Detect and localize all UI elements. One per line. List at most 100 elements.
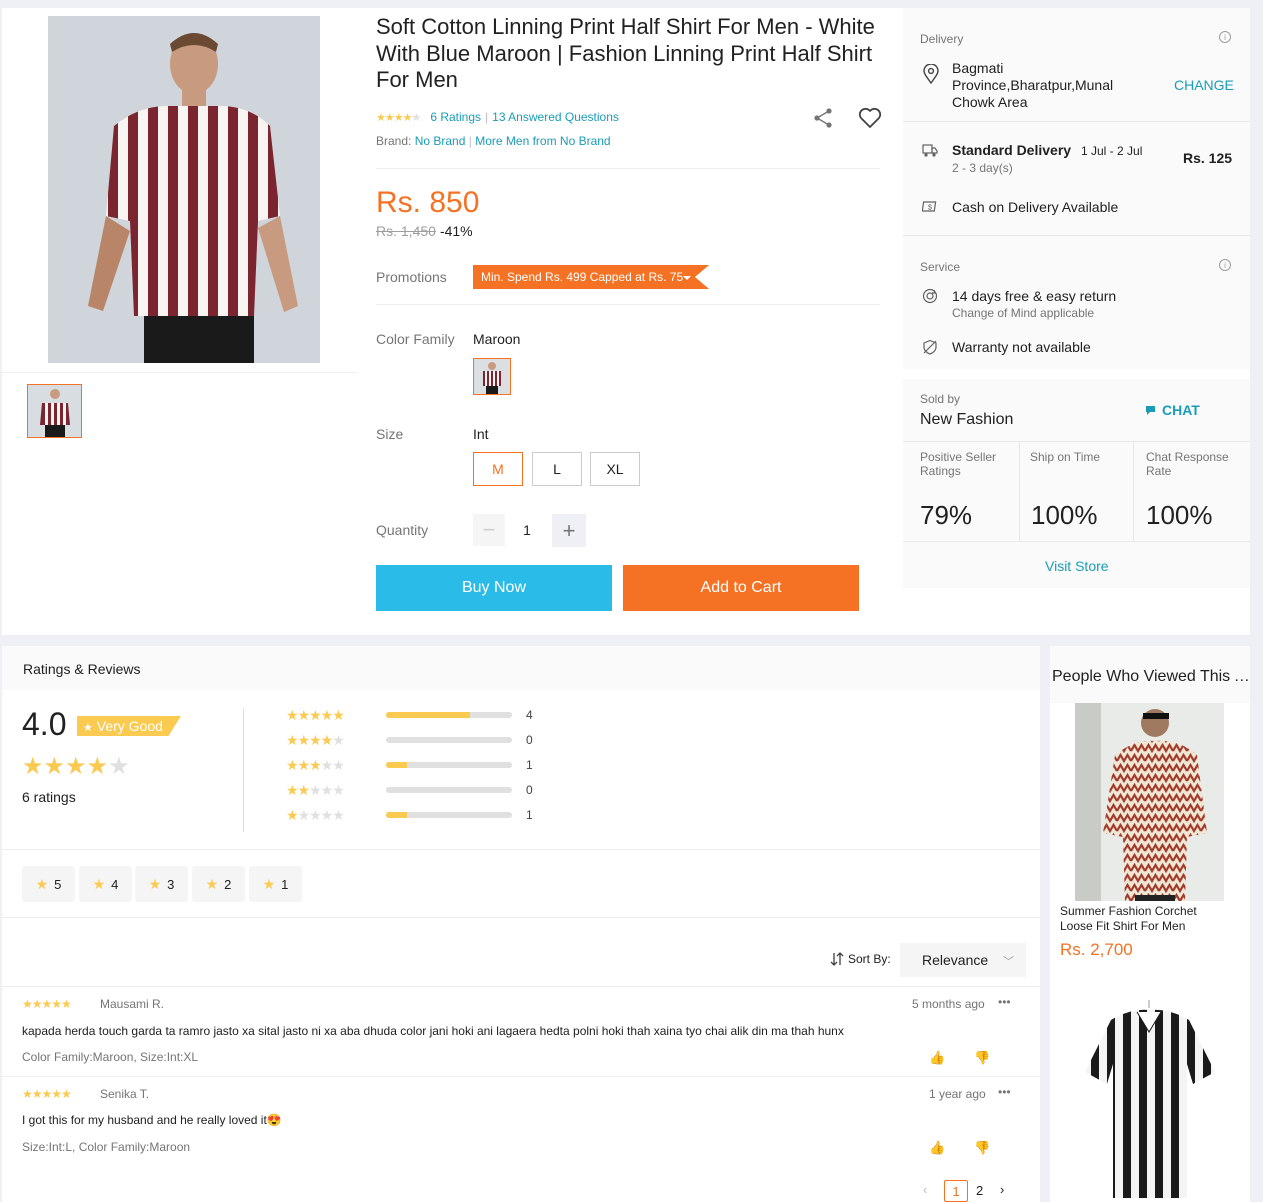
rating-bar-2: ★★★★★ 0 bbox=[286, 782, 533, 798]
quantity-increase-button[interactable]: + bbox=[552, 514, 586, 547]
thumbs-up-icon[interactable]: 👍 bbox=[929, 1140, 945, 1156]
divider bbox=[2, 1076, 1040, 1077]
location-pin-icon bbox=[923, 64, 939, 84]
wishlist-heart-icon[interactable] bbox=[858, 107, 882, 129]
rating-bar-count: 1 bbox=[526, 808, 533, 822]
visit-store-link[interactable]: Visit Store bbox=[1045, 558, 1109, 574]
more-options-icon[interactable]: ••• bbox=[998, 995, 1011, 1009]
star-icon: ★ bbox=[148, 875, 162, 892]
rating-bar-track bbox=[386, 737, 512, 743]
svg-text:$: $ bbox=[928, 205, 932, 212]
size-option-m[interactable]: M bbox=[473, 452, 523, 486]
seller-stat-value: 100% bbox=[1031, 500, 1098, 530]
star-icon: ★ bbox=[205, 875, 219, 892]
separator: | bbox=[485, 110, 489, 124]
sort-dropdown[interactable]: Relevance ﹀ bbox=[900, 943, 1026, 977]
chat-label: CHAT bbox=[1162, 402, 1200, 418]
divider bbox=[376, 304, 880, 305]
rating-bar-fill bbox=[386, 762, 408, 768]
rating-bar-stars: ★★★★★ bbox=[286, 706, 345, 723]
review-text: kapada herda touch garda ta ramro jasto … bbox=[22, 1024, 844, 1038]
size-label: Size bbox=[376, 426, 404, 442]
rating-bar-track bbox=[386, 762, 512, 768]
rating-bar-stars: ★★★★★ bbox=[286, 781, 345, 798]
review-text: I got this for my husband and he really … bbox=[22, 1113, 282, 1127]
thumbs-up-icon[interactable]: 👍 bbox=[929, 1050, 945, 1066]
filter-2-star[interactable]: ★ 2 bbox=[192, 866, 245, 902]
seller-name[interactable]: New Fashion bbox=[920, 411, 1013, 429]
rating-bar-count: 4 bbox=[526, 708, 533, 722]
rating-bar-stars: ★★★★★ bbox=[286, 756, 345, 773]
quantity-decrease-button[interactable]: − bbox=[473, 514, 505, 546]
divider bbox=[903, 235, 1250, 236]
product-main-image[interactable] bbox=[48, 16, 320, 363]
quantity-value[interactable]: 1 bbox=[505, 514, 549, 546]
filter-1-star[interactable]: ★ 1 bbox=[249, 866, 302, 902]
rating-bar-4: ★★★★★ 0 bbox=[286, 732, 533, 748]
sort-icon bbox=[830, 952, 844, 966]
filter-3-star[interactable]: ★ 3 bbox=[135, 866, 188, 902]
size-system: Int bbox=[473, 426, 489, 442]
size-option-xl[interactable]: XL bbox=[590, 452, 640, 486]
cash-icon: $ bbox=[922, 199, 938, 215]
sort-value: Relevance bbox=[922, 952, 989, 968]
divider bbox=[1133, 441, 1134, 541]
seller-stat-label: Chat Response Rate bbox=[1146, 450, 1229, 478]
filter-label: 2 bbox=[224, 876, 232, 892]
rating-bar-count: 0 bbox=[526, 733, 533, 747]
return-policy: 14 days free & easy return bbox=[952, 288, 1117, 304]
standard-delivery-dates: 1 Jul - 2 Jul bbox=[1081, 144, 1143, 158]
page-2-button[interactable]: 2 bbox=[976, 1183, 983, 1198]
score-badge: ★ Very Good bbox=[77, 716, 181, 736]
divider bbox=[903, 541, 1250, 542]
more-from-brand-link[interactable]: More Men from No Brand bbox=[475, 134, 610, 148]
panel-gap bbox=[903, 369, 1250, 379]
seller-panel: Sold by New Fashion CHAT Positive Seller… bbox=[903, 379, 1250, 588]
recommended-product-image[interactable] bbox=[1075, 992, 1224, 1198]
star-icon: ★ bbox=[262, 875, 276, 892]
divider bbox=[243, 708, 244, 832]
filter-label: 5 bbox=[54, 876, 62, 892]
questions-link[interactable]: 13 Answered Questions bbox=[492, 110, 619, 124]
score-badge-label: Very Good bbox=[96, 718, 163, 734]
info-icon[interactable]: i bbox=[1219, 31, 1231, 43]
return-policy-note: Change of Mind applicable bbox=[952, 306, 1095, 320]
rating-bar-3: ★★★★★ 1 bbox=[286, 757, 533, 773]
review-time: 1 year ago bbox=[929, 1087, 986, 1101]
promotion-tag[interactable]: Min. Spend Rs. 499 Capped at Rs. 75 bbox=[473, 265, 710, 289]
brand-link[interactable]: No Brand bbox=[415, 134, 466, 148]
filter-5-star[interactable]: ★ 5 bbox=[22, 866, 75, 902]
thumbs-down-icon[interactable]: 👎 bbox=[974, 1050, 990, 1066]
prev-page-icon[interactable]: ‹ bbox=[923, 1182, 927, 1197]
recommended-product-price: Rs. 2,700 bbox=[1060, 940, 1133, 959]
divider bbox=[2, 986, 1040, 987]
seller-stat-label: Ship on Time bbox=[1030, 450, 1101, 464]
info-icon[interactable]: i bbox=[1219, 259, 1231, 271]
size-option-l[interactable]: L bbox=[532, 452, 582, 486]
buy-now-button[interactable]: Buy Now bbox=[376, 565, 612, 611]
delivery-location: Bagmati Province,Bharatpur,Munal Chowk A… bbox=[952, 60, 1114, 110]
filter-4-star[interactable]: ★ 4 bbox=[79, 866, 132, 902]
recommended-product-image[interactable] bbox=[1075, 703, 1224, 901]
thumbs-down-icon[interactable]: 👎 bbox=[974, 1140, 990, 1156]
add-to-cart-button[interactable]: Add to Cart bbox=[623, 565, 859, 611]
chat-button[interactable]: CHAT bbox=[1145, 402, 1200, 418]
recommended-product-name[interactable]: Summer Fashion Corchet Loose Fit Shirt F… bbox=[1060, 904, 1220, 934]
rating-bar-track bbox=[386, 787, 512, 793]
rating-stars: ★★★★★ bbox=[376, 111, 421, 124]
next-page-icon[interactable]: › bbox=[1000, 1182, 1004, 1197]
warranty-off-icon bbox=[922, 339, 938, 355]
rating-bar-stars: ★★★★★ bbox=[286, 806, 345, 823]
star-icon: ★ bbox=[35, 875, 49, 892]
divider bbox=[376, 168, 880, 169]
ratings-link[interactable]: 6 Ratings bbox=[430, 110, 481, 124]
review-author: Senika T. bbox=[100, 1087, 150, 1101]
page-1-button[interactable]: 1 bbox=[944, 1180, 968, 1202]
share-icon[interactable] bbox=[812, 107, 834, 129]
rating-bar-stars: ★★★★★ bbox=[286, 731, 345, 748]
reviews-header: Ratings & Reviews bbox=[2, 646, 1040, 690]
change-location-button[interactable]: CHANGE bbox=[1174, 77, 1234, 93]
product-thumbnail[interactable] bbox=[27, 384, 82, 438]
color-swatch-maroon[interactable] bbox=[473, 358, 511, 395]
more-options-icon[interactable]: ••• bbox=[998, 1085, 1011, 1099]
